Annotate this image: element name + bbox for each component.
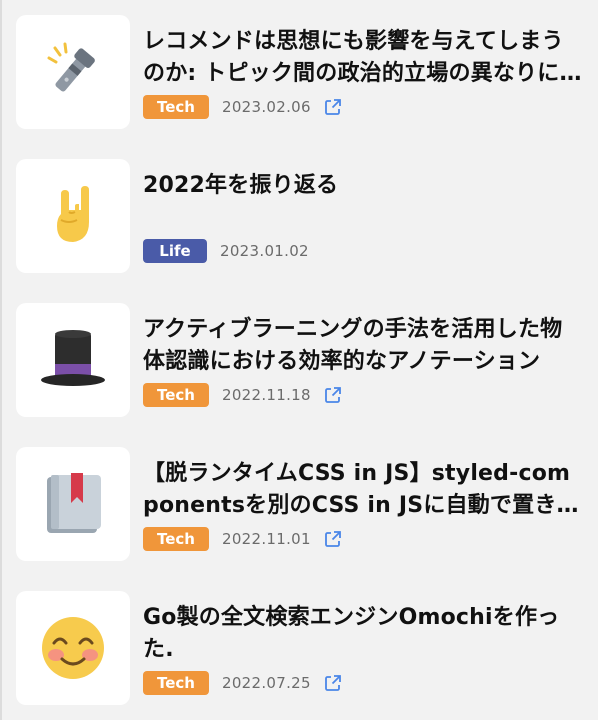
article-title[interactable]: Go製の全文検索エンジンOmochiを作った. — [143, 602, 583, 666]
article-thumbnail[interactable] — [16, 591, 130, 705]
article-meta: Tech 2022.07.25 — [143, 671, 342, 695]
article-meta: Tech 2023.02.06 — [143, 95, 342, 119]
category-tag[interactable]: Tech — [143, 671, 209, 695]
article-title[interactable]: レコメンドは思想にも影響を与えてしまうのか: トピック間の政治的立場の異なりに関… — [143, 26, 583, 90]
article-item[interactable]: 【脱ランタイムCSS in JS】styled-componentsを別のCSS… — [16, 447, 586, 562]
article-thumbnail[interactable] — [16, 159, 130, 273]
article-item[interactable]: 2022年を振り返る Life 2023.01.02 — [16, 159, 586, 274]
article-item[interactable]: Go製の全文検索エンジンOmochiを作った. Tech 2022.07.25 — [16, 591, 586, 706]
article-thumbnail[interactable] — [16, 447, 130, 561]
publish-date: 2022.11.18 — [221, 386, 311, 404]
article-thumbnail[interactable] — [16, 15, 130, 129]
article-title[interactable]: 2022年を振り返る — [143, 170, 583, 202]
rock-hand-icon — [41, 184, 105, 248]
article-item[interactable]: レコメンドは思想にも影響を与えてしまうのか: トピック間の政治的立場の異なりに関… — [16, 15, 586, 130]
external-link-icon[interactable] — [324, 386, 342, 404]
bookmark-book-icon — [41, 471, 105, 537]
category-tag[interactable]: Tech — [143, 383, 209, 407]
category-tag[interactable]: Tech — [143, 527, 209, 551]
left-border — [0, 0, 2, 720]
smiling-face-icon — [40, 615, 106, 681]
publish-date: 2022.07.25 — [221, 674, 311, 692]
article-meta: Life 2023.01.02 — [143, 239, 309, 263]
article-item[interactable]: アクティブラーニングの手法を活用した物体認識における効率的なアノテーション Te… — [16, 303, 586, 418]
category-tag[interactable]: Life — [143, 239, 207, 263]
article-meta: Tech 2022.11.01 — [143, 527, 342, 551]
article-title[interactable]: 【脱ランタイムCSS in JS】styled-componentsを別のCSS… — [143, 458, 583, 522]
article-title[interactable]: アクティブラーニングの手法を活用した物体認識における効率的なアノテーション — [143, 314, 583, 378]
article-thumbnail[interactable] — [16, 303, 130, 417]
article-meta: Tech 2022.11.18 — [143, 383, 342, 407]
external-link-icon[interactable] — [324, 530, 342, 548]
publish-date: 2022.11.01 — [221, 530, 311, 548]
publish-date: 2023.01.02 — [220, 242, 309, 260]
top-hat-icon — [38, 328, 108, 392]
external-link-icon[interactable] — [324, 98, 342, 116]
publish-date: 2023.02.06 — [221, 98, 311, 116]
flashlight-icon — [41, 40, 105, 104]
category-tag[interactable]: Tech — [143, 95, 209, 119]
external-link-icon[interactable] — [324, 674, 342, 692]
